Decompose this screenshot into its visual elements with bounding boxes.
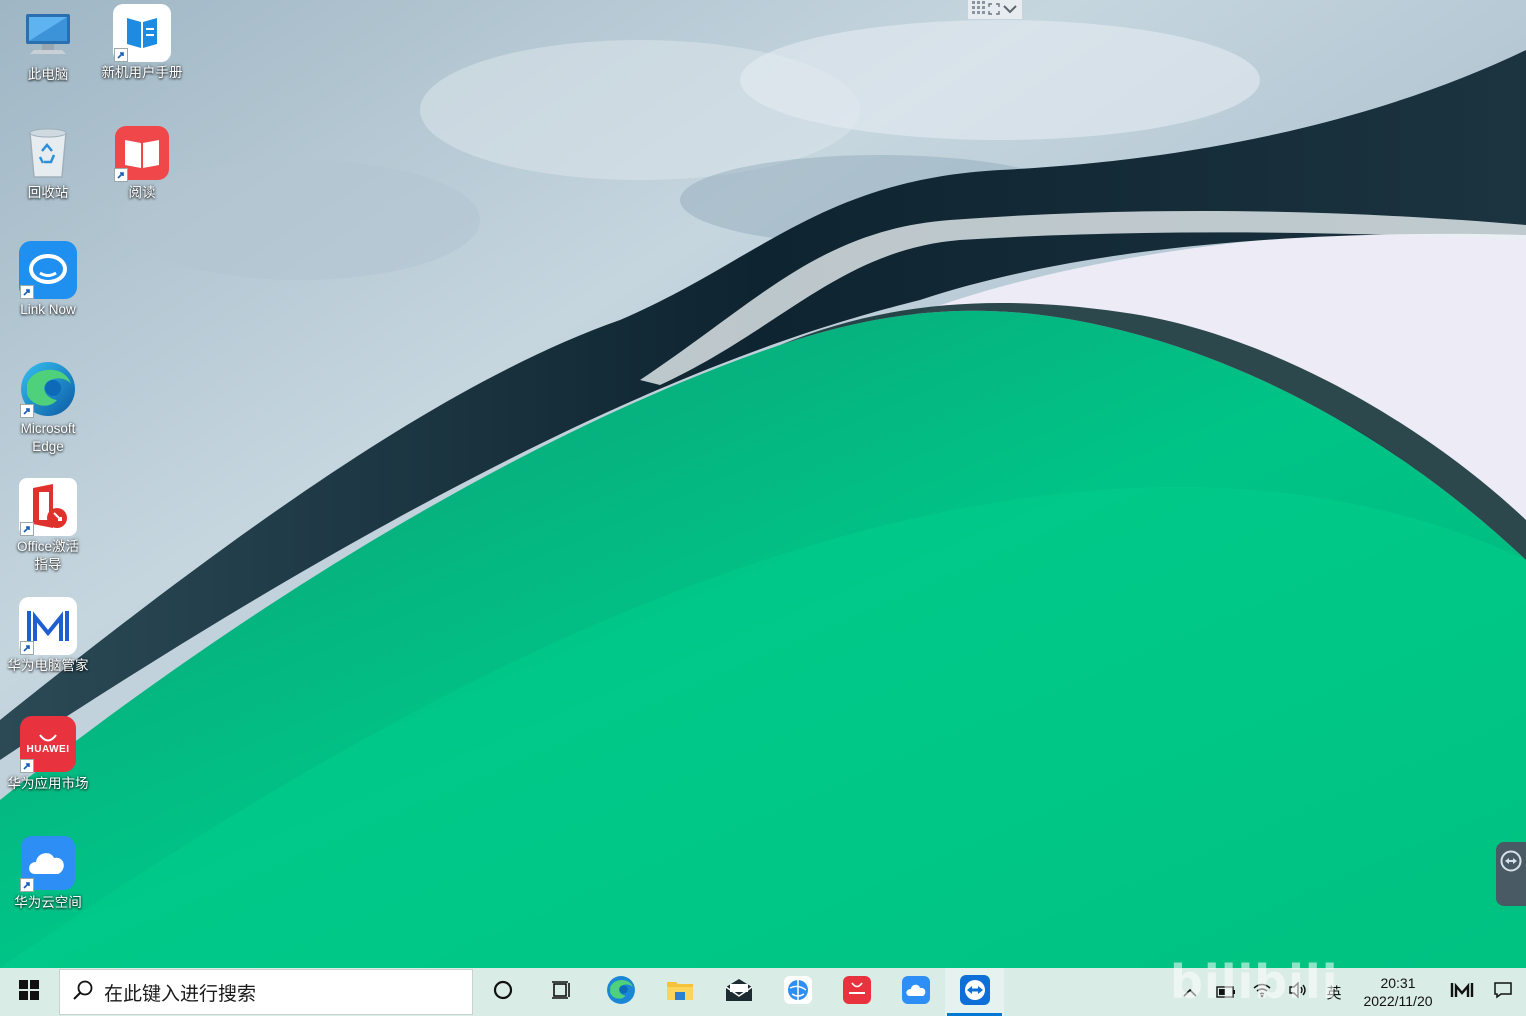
browser-button[interactable]	[768, 968, 827, 1016]
desktop-icon-recycle-bin[interactable]: 回收站	[0, 124, 96, 202]
teamviewer-icon	[959, 975, 990, 1009]
desktop-icon-user-manual[interactable]: 新机用户手册	[94, 4, 190, 82]
taskbar-appgallery-button[interactable]	[827, 968, 886, 1016]
desktop-icon-link-now[interactable]: Link Now	[0, 241, 96, 319]
taskbar-search-box[interactable]: 在此键入进行搜索	[59, 969, 473, 1015]
search-placeholder: 在此键入进行搜索	[104, 983, 257, 1005]
file-explorer-button[interactable]	[650, 968, 709, 1016]
show-hidden-icons-button[interactable]	[1172, 968, 1208, 1016]
desktop-icon-label: Microsoft Edge	[20, 421, 76, 454]
mail-button[interactable]	[709, 968, 768, 1016]
clock-date: 2022/11/20	[1363, 993, 1433, 1009]
input-method-label: 英	[1326, 983, 1342, 1002]
desktop-icon-label: 华为应用市场	[7, 776, 89, 791]
user-manual-icon	[113, 4, 171, 62]
appgallery-icon: HUAWEI	[19, 715, 77, 773]
shortcut-arrow-icon	[20, 285, 34, 299]
file-explorer-icon	[666, 978, 694, 1006]
chevron-down-icon[interactable]	[1002, 0, 1018, 19]
edge-icon	[606, 975, 636, 1009]
shortcut-arrow-icon	[20, 522, 34, 536]
pc-manager-icon	[1450, 981, 1474, 1003]
desktop-icon-appgallery[interactable]: HUAWEI 华为应用市场	[0, 715, 96, 793]
grid-icon[interactable]	[972, 0, 986, 19]
taskbar: 在此键入进行搜索 英 20:31 2022/11/20	[0, 968, 1526, 1016]
desktop-wallpaper	[0, 0, 1526, 968]
desktop-icon-cloud[interactable]: 华为云空间	[0, 834, 96, 912]
desktop-icon-label: Office激活 指导	[16, 539, 79, 572]
desktop-icon-this-pc[interactable]: 此电脑	[0, 6, 96, 84]
shortcut-arrow-icon	[20, 759, 34, 773]
battery-icon	[1216, 983, 1236, 1002]
pc-manager-tray-button[interactable]	[1444, 968, 1480, 1016]
shortcut-arrow-icon	[20, 878, 34, 892]
cloud-icon	[901, 976, 930, 1008]
mail-icon	[724, 978, 754, 1006]
reader-icon	[113, 124, 171, 182]
battery-button[interactable]	[1208, 968, 1244, 1016]
cortana-button[interactable]	[473, 968, 532, 1016]
task-view-button[interactable]	[532, 968, 591, 1016]
search-icon	[72, 979, 94, 1005]
notification-center-button[interactable]	[1480, 968, 1526, 1016]
desktop-icon-pc-manager[interactable]: 华为电脑管家	[0, 597, 96, 675]
link-now-icon	[19, 241, 77, 299]
system-tray: 英 20:31 2022/11/20	[1172, 968, 1526, 1016]
volume-button[interactable]	[1280, 968, 1316, 1016]
clock-time: 20:31	[1380, 975, 1416, 991]
teamviewer-icon	[1500, 850, 1522, 876]
clock[interactable]: 20:31 2022/11/20	[1352, 968, 1444, 1016]
notification-icon	[1493, 981, 1513, 1003]
edge-icon	[19, 360, 77, 418]
taskbar-edge-button[interactable]	[591, 968, 650, 1016]
cloud-icon	[19, 834, 77, 892]
start-button[interactable]	[0, 968, 58, 1016]
shortcut-arrow-icon	[114, 48, 128, 62]
shortcut-arrow-icon	[20, 641, 34, 655]
browser-icon	[783, 976, 812, 1008]
desktop-icon-label: 新机用户手册	[101, 65, 183, 80]
recycle-bin-icon	[19, 124, 77, 182]
task-view-icon	[551, 979, 573, 1005]
input-method-button[interactable]: 英	[1316, 968, 1352, 1016]
desktop-icon-label: 回收站	[27, 185, 69, 200]
office-icon	[19, 478, 77, 536]
desktop-icon-label: 此电脑	[27, 67, 69, 82]
chevron-up-icon	[1182, 983, 1198, 1002]
volume-icon	[1288, 981, 1308, 1002]
wifi-icon	[1252, 982, 1272, 1002]
teamviewer-button[interactable]	[945, 968, 1004, 1016]
shortcut-arrow-icon	[114, 168, 128, 182]
desktop-icon-label: 华为云空间	[14, 895, 82, 910]
taskbar-cloud-button[interactable]	[886, 968, 945, 1016]
computer-icon	[19, 6, 77, 64]
remote-control-bar[interactable]	[968, 0, 1022, 19]
teamviewer-side-tab[interactable]	[1496, 842, 1526, 906]
desktop-icon-label: 阅读	[128, 185, 156, 200]
appgallery-badge-text: HUAWEI	[26, 743, 70, 755]
desktop-icon-edge[interactable]: Microsoft Edge	[0, 360, 96, 456]
desktop-icon-reader[interactable]: 阅读	[94, 124, 190, 202]
desktop-icon-office-activation[interactable]: Office激活 指导	[0, 478, 96, 574]
wifi-button[interactable]	[1244, 968, 1280, 1016]
pc-manager-icon	[19, 597, 77, 655]
appgallery-icon	[842, 976, 871, 1008]
cortana-icon	[492, 979, 514, 1005]
shortcut-arrow-icon	[20, 404, 34, 418]
desktop-icon-label: Link Now	[20, 302, 76, 317]
windows-logo-icon	[19, 980, 39, 1004]
fullscreen-icon[interactable]	[988, 0, 1000, 19]
desktop-icon-label: 华为电脑管家	[7, 658, 89, 673]
